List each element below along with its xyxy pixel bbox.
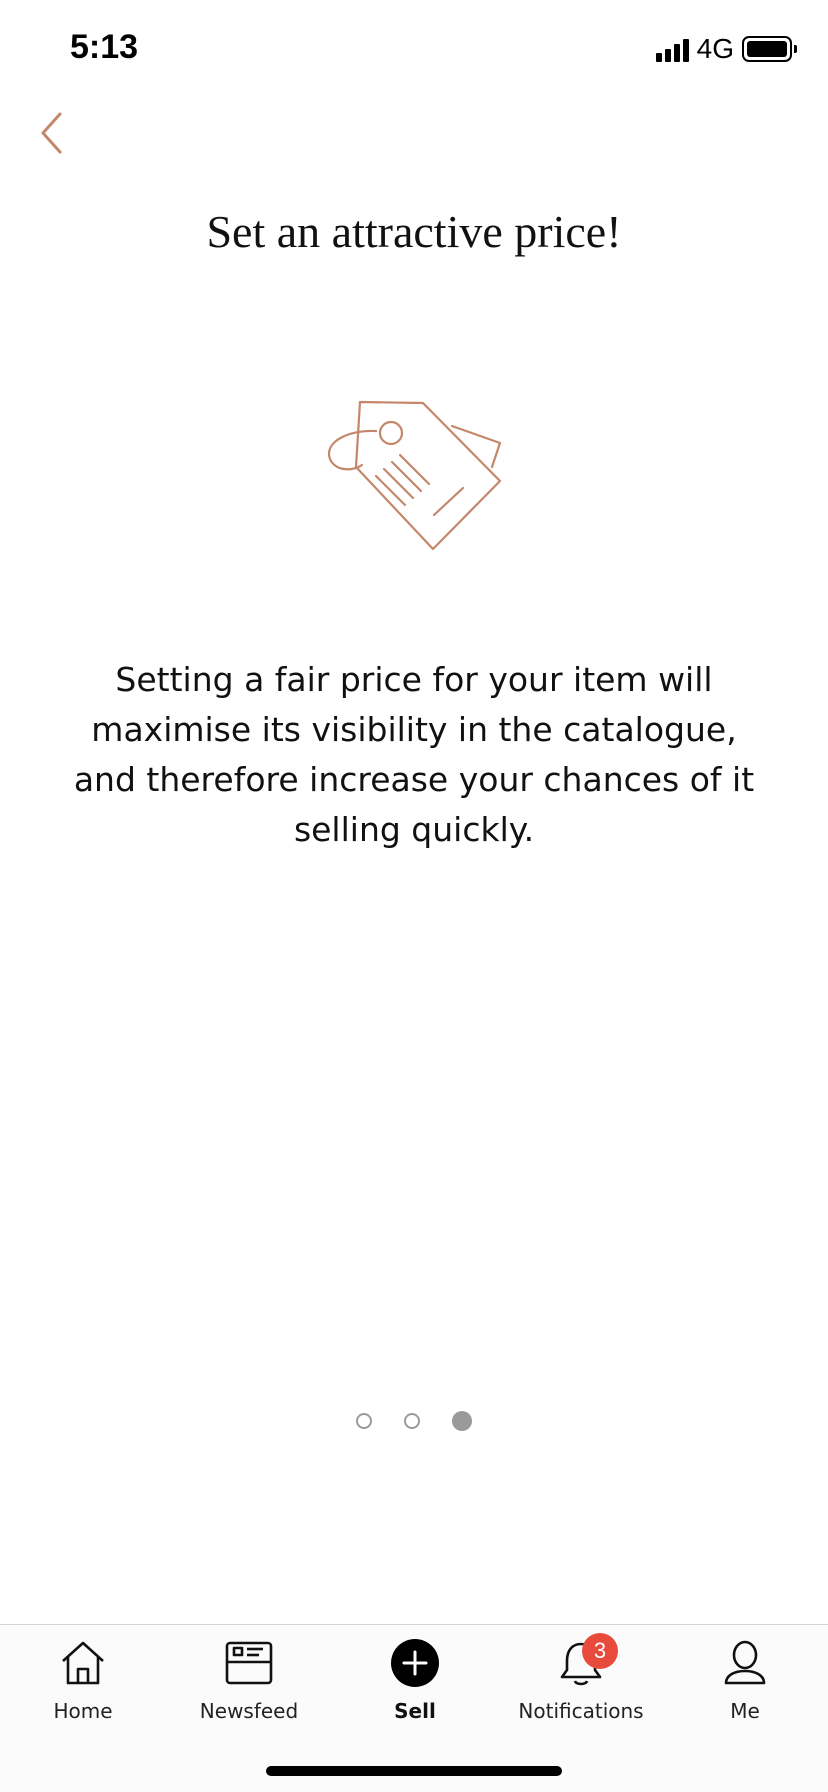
tab-newsfeed-label: Newsfeed <box>199 1699 299 1723</box>
tab-sell-label: Sell <box>394 1699 436 1723</box>
price-tag-illustration <box>320 395 510 555</box>
status-time: 5:13 <box>70 28 139 66</box>
page-dot-3-active[interactable] <box>452 1411 472 1431</box>
tab-sell[interactable]: Sell <box>332 1625 498 1735</box>
back-button[interactable] <box>30 108 80 158</box>
person-icon <box>724 1640 766 1685</box>
tab-me[interactable]: Me <box>662 1625 828 1735</box>
status-bar: 5:13 4G <box>0 0 828 100</box>
page-indicator <box>0 1411 828 1431</box>
tab-notifications-label: Notifications <box>518 1699 644 1723</box>
cellular-signal-icon <box>655 36 689 62</box>
network-type: 4G <box>696 33 734 64</box>
battery-icon <box>742 36 797 62</box>
page-dot-1[interactable] <box>356 1413 372 1429</box>
chevron-left-icon <box>41 112 62 154</box>
page-dot-2[interactable] <box>404 1413 420 1429</box>
plus-circle-icon <box>391 1639 439 1687</box>
tab-home-label: Home <box>53 1699 113 1723</box>
notification-badge: 3 <box>582 1633 618 1669</box>
page-title: Set an attractive price! <box>206 206 622 257</box>
status-indicators: 4G <box>655 33 797 64</box>
tab-home[interactable]: Home <box>0 1625 166 1735</box>
home-indicator[interactable] <box>266 1766 562 1776</box>
tab-me-label: Me <box>730 1699 760 1723</box>
tab-newsfeed[interactable]: Newsfeed <box>166 1625 332 1735</box>
description-text: Setting a fair price for your item will … <box>73 660 755 849</box>
price-tag-icon <box>327 400 502 551</box>
tab-notifications[interactable]: 3 Notifications <box>498 1625 664 1735</box>
home-icon <box>62 1641 104 1685</box>
newsfeed-icon <box>225 1641 273 1685</box>
